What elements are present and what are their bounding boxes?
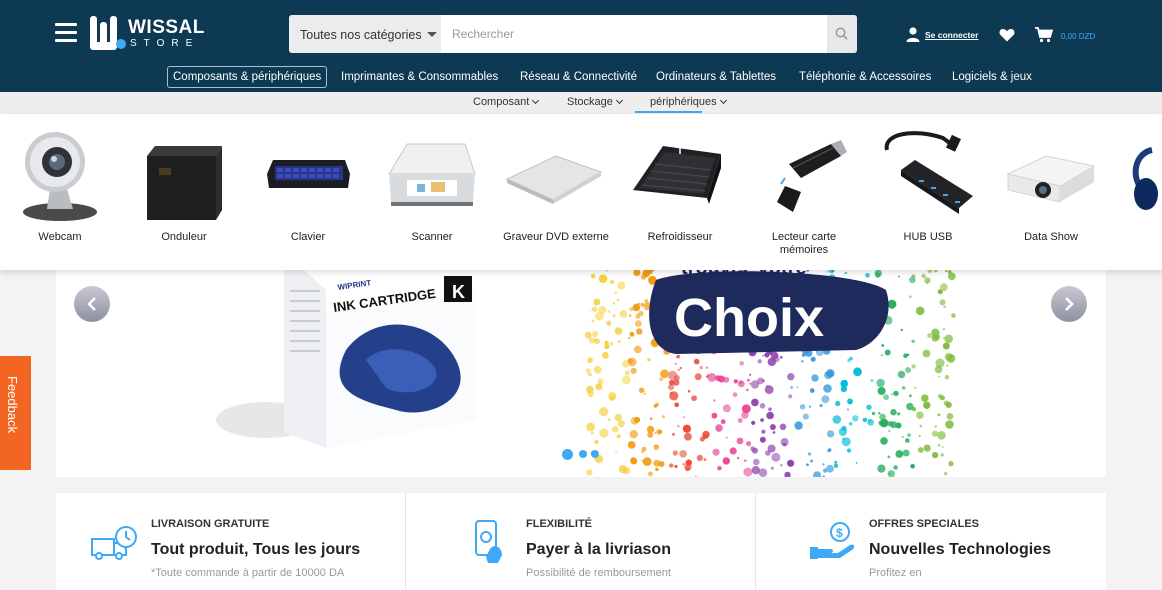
feature-title: FLEXIBILITÉ [526, 518, 592, 530]
cart-icon[interactable] [1035, 27, 1053, 43]
chevron-right-icon [1065, 297, 1074, 311]
feedback-tab[interactable]: Feedback [0, 356, 31, 470]
promo-banner-slider: K INK CARTRIDGE WIPRINT Choix trouvez vo… [56, 270, 1106, 477]
menu-product-label: Webcam [38, 231, 82, 243]
nav-item-imprimantes[interactable]: Imprimantes & Consommables [341, 66, 498, 88]
projector-icon [1006, 155, 1096, 203]
ups-icon [147, 146, 222, 220]
banner-headline-partial: trouvez votre [681, 270, 807, 279]
slider-dot-3[interactable] [591, 450, 599, 458]
subnav-item-label: périphériques [650, 96, 717, 108]
subnav-item-peripheriques[interactable]: périphériques [650, 96, 727, 108]
nav-item-logiciels[interactable]: Logiciels & jeux [952, 66, 1032, 88]
dollar-hand-icon: $ [810, 522, 855, 559]
keyboard-icon [267, 160, 350, 188]
menu-product-label: C [1120, 231, 1162, 244]
subnav-item-label: Composant [473, 96, 530, 108]
menu-product-partial[interactable]: C [1120, 124, 1162, 244]
chevron-down-icon [532, 96, 540, 105]
menu-hamburger-icon[interactable] [55, 23, 77, 43]
search-bar: Toutes nos catégories [289, 15, 857, 53]
feature-note: *Toute commande à partir de 10000 DA [151, 567, 345, 579]
menu-product-webcam[interactable]: Webcam [5, 124, 115, 244]
feature-note: Possibilité de remboursement [526, 567, 671, 579]
features-strip: LIVRAISON GRATUITE Tout produit, Tous le… [56, 493, 1106, 590]
nav-item-telephonie[interactable]: Téléphonie & Accessoires [799, 66, 931, 88]
feedback-label: Feedback [5, 376, 20, 434]
menu-product-label: Clavier [290, 231, 326, 243]
menu-product-label: Refroidisseur [647, 231, 713, 243]
feature-special-offers: $ OFFRES SPECIALES Nouvelles Technologie… [756, 493, 1106, 590]
menu-product-scanner[interactable]: Scanner [377, 124, 487, 244]
menu-product-label: Lecteur carte mémoires [771, 231, 837, 256]
feature-free-delivery: LIVRAISON GRATUITE Tout produit, Tous le… [56, 493, 406, 590]
banner-headline: Choix [674, 288, 824, 348]
usb-hub-icon [884, 131, 973, 214]
logo-mark-icon [90, 16, 126, 50]
category-select-value: Toutes nos catégories [300, 28, 422, 42]
menu-product-label: Onduleur [161, 231, 207, 243]
phone-payment-icon [475, 520, 502, 563]
menu-product-label: Scanner [411, 231, 453, 243]
heart-icon[interactable] [999, 28, 1015, 42]
sub-category-nav: Composant Stockage périphériques [0, 92, 1162, 114]
svg-text:$: $ [836, 526, 843, 540]
banner-choix-image: Choix trouvez votre [584, 270, 956, 477]
user-icon [906, 27, 920, 42]
chevron-down-icon [719, 96, 727, 105]
feature-title: LIVRAISON GRATUITE [151, 518, 270, 530]
site-header: WISSAL STORE Toutes nos catégories Se co… [0, 0, 1162, 92]
search-button[interactable] [827, 15, 857, 53]
scanner-icon [388, 143, 476, 206]
subnav-item-label: Stockage [567, 96, 613, 108]
webcam-icon [23, 132, 97, 221]
headset-icon [1132, 147, 1158, 210]
feature-headline: Nouvelles Technologies [869, 541, 1051, 558]
slider-next-button[interactable] [1051, 286, 1087, 322]
search-icon [835, 27, 848, 40]
peripheriques-mega-menu: Webcam Onduleur Clavier Scanner Graveur … [0, 114, 1162, 270]
logo-name: WISSAL [128, 17, 205, 38]
login-label: Se connecter [925, 30, 979, 40]
feature-title: OFFRES SPECIALES [869, 518, 980, 530]
main-category-nav: Composants & périphériques Imprimantes &… [0, 66, 1162, 88]
slider-dot-1[interactable] [562, 449, 573, 460]
caret-down-icon [427, 32, 437, 37]
card-reader-icon [777, 140, 847, 212]
nav-item-ordinateurs[interactable]: Ordinateurs & Tablettes [656, 66, 776, 88]
menu-product-clavier[interactable]: Clavier [253, 124, 363, 244]
category-select[interactable]: Toutes nos catégories [289, 15, 441, 53]
dvd-writer-icon [505, 155, 603, 204]
nav-item-composants[interactable]: Composants & périphériques [167, 66, 328, 88]
slider-dot-2[interactable] [579, 450, 587, 458]
search-input[interactable] [441, 15, 827, 53]
chevron-left-icon [87, 297, 96, 311]
feature-note: Profitez en [869, 567, 922, 579]
site-logo[interactable]: WISSAL STORE [90, 15, 215, 53]
menu-product-label: Data Show [1024, 231, 1078, 243]
cart-total: 0,00 DZD [1061, 32, 1096, 41]
delivery-truck-icon [91, 526, 137, 560]
menu-product-graveur-dvd[interactable]: Graveur DVD externe [501, 124, 611, 244]
feature-flexibility: FLEXIBILITÉ Payer à la livriason Possibi… [406, 493, 756, 590]
menu-product-label: Graveur DVD externe [503, 231, 609, 243]
feature-headline: Payer à la livriason [526, 541, 671, 558]
slider-prev-button[interactable] [74, 286, 110, 322]
menu-product-label: HUB USB [903, 231, 953, 243]
feature-headline: Tout produit, Tous les jours [151, 541, 361, 558]
menu-product-data-show[interactable]: Data Show [996, 124, 1106, 244]
cooler-icon [633, 142, 721, 204]
menu-product-lecteur-carte[interactable]: Lecteur carte mémoires [749, 124, 859, 257]
menu-product-onduleur[interactable]: Onduleur [129, 124, 239, 244]
active-subnav-indicator [635, 111, 702, 113]
menu-product-hub-usb[interactable]: HUB USB [873, 124, 983, 244]
menu-product-refroidisseur[interactable]: Refroidisseur [625, 124, 735, 244]
chevron-down-icon [615, 96, 623, 105]
logo-subtitle: STORE [130, 38, 200, 49]
nav-item-reseau[interactable]: Réseau & Connectivité [520, 66, 637, 88]
subnav-item-composant[interactable]: Composant [473, 96, 540, 108]
subnav-item-stockage[interactable]: Stockage [567, 96, 623, 108]
